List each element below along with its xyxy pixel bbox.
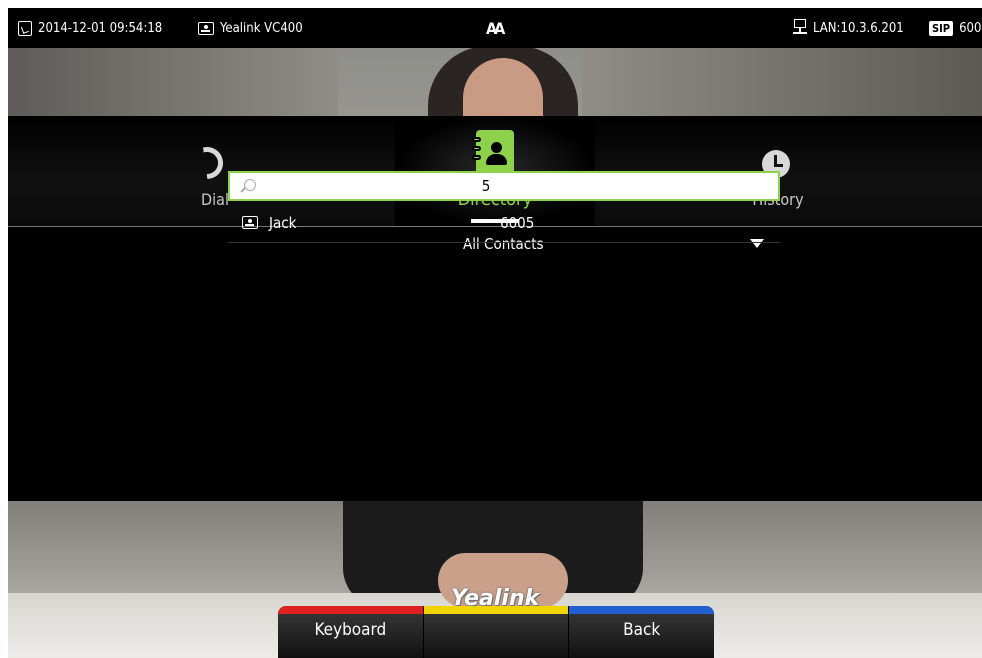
sip-badge: SIP (929, 20, 954, 36)
datetime-text: 2014-12-01 09:54:18 (38, 20, 163, 36)
contact-number: 6005 (500, 214, 535, 232)
search-icon (244, 179, 256, 191)
contact-icon (242, 216, 258, 229)
contact-row[interactable]: Jack 6005 (228, 206, 780, 243)
search-box[interactable] (228, 171, 780, 201)
status-bar: 2014-12-01 09:54:18 Yealink VC400 AA LAN… (8, 8, 982, 48)
contact-name: Jack (269, 214, 297, 232)
datetime: 2014-12-01 09:54:18 (18, 8, 162, 48)
softkey-keyboard-label: Keyboard (314, 620, 387, 640)
lan-status: LAN:10.3.6.201 (793, 8, 904, 48)
sip-status: SIP 6004 (929, 8, 982, 48)
softkey-back[interactable]: Back (568, 606, 714, 658)
softkey-keyboard[interactable]: Keyboard (278, 606, 423, 658)
softkey-yellow[interactable] (422, 606, 569, 658)
lan-text: LAN:10.3.6.201 (813, 20, 904, 36)
search-input[interactable] (270, 175, 770, 197)
device-name: Yealink VC400 (198, 8, 303, 48)
font-size-indicator: AA (486, 8, 505, 48)
softkey-back-label: Back (623, 620, 661, 640)
sip-account: 6004 (959, 20, 982, 36)
calendar-icon (18, 20, 32, 36)
phone-icon (203, 146, 225, 180)
device-name-text: Yealink VC400 (220, 20, 303, 36)
screen: Yealink 2014-12-01 09:54:18 Yealink VC40… (8, 8, 982, 658)
font-size-icon: AA (486, 18, 505, 38)
softkey-bar: Keyboard Back (278, 606, 714, 658)
network-icon (793, 19, 807, 37)
device-icon (198, 21, 214, 35)
